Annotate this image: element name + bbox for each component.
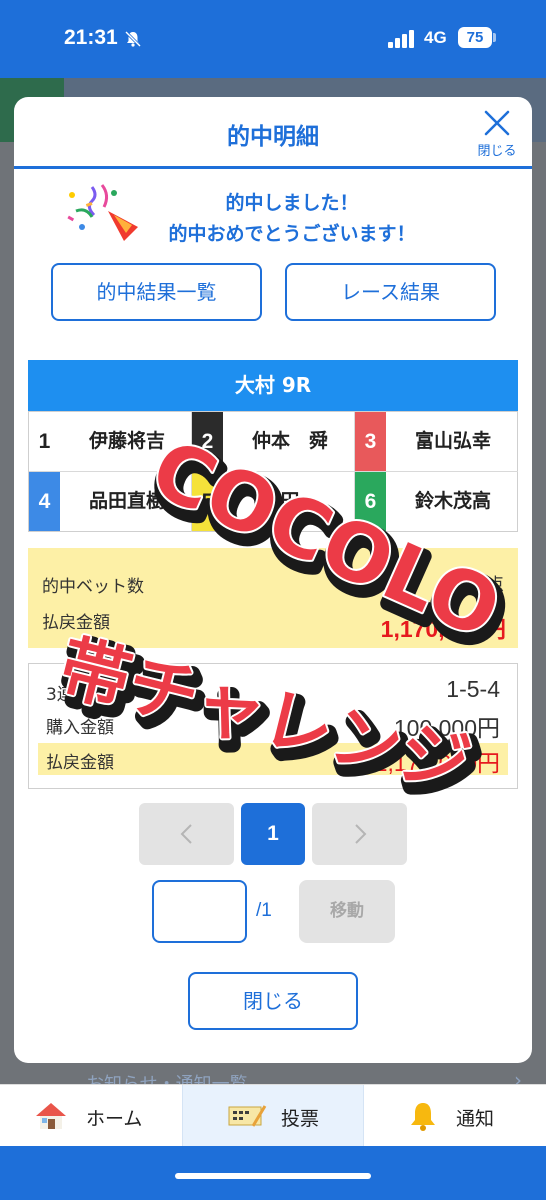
racer-cell-5: 5 田 [192,472,355,532]
nav-label-vote: 投票 [281,1108,320,1130]
nav-item-home[interactable]: ホーム [0,1085,182,1147]
nav-label-home: ホーム [86,1108,143,1130]
race-result-button[interactable]: レース結果 [285,263,496,321]
status-bar: 21:31 4G 75 [0,0,546,78]
bell-off-icon [124,30,142,48]
home-icon [36,1103,66,1129]
hit-detail-modal: 的中明細 閉じる 的中しました！ 的中おめでとうございます！ 的中結果一覧 レー… [14,97,532,1063]
home-indicator[interactable] [175,1173,371,1179]
racer-name: 伊藤将吉 [88,430,165,452]
ticket-icon [228,1105,267,1127]
racer-cell-2: 2 仲本 舜 [192,412,355,472]
bet-count-label: 的中ベット数 [42,577,144,597]
hit-message-line2: 的中おめでとうございます！ [168,223,416,245]
racer-cell-4: 4 品田直樹 [29,472,192,532]
chevron-right-icon [355,824,367,844]
racer-cell-1: 1 伊藤将吉 [29,412,192,472]
close-button[interactable]: 閉じる [188,972,358,1030]
racer-cell-3: 3 富山弘幸 [355,412,518,472]
signal-icon [388,30,414,48]
hit-message-line1: 的中しました！ [225,192,359,214]
payout-label: 払戻金額 [42,613,110,633]
racer-cell-6: 6 鈴木茂高 [355,472,518,532]
purchase-value: 100,000円 [393,715,500,741]
racer-name: 鈴木茂高 [414,490,491,512]
close-label[interactable]: 閉じる [472,140,522,159]
bet-type-label: 3連単 [46,685,91,705]
racer-grid: 1 伊藤将吉 2 仲本 舜 3 富山弘幸 4 品田直樹 5 田 6 鈴木茂高 [28,411,518,532]
race-title: 大村 9R [28,360,518,411]
battery-cap [493,33,496,42]
bet-payout-label: 払戻金額 [46,753,114,773]
bottom-nav: ホーム 投票 通知 [0,1084,546,1147]
modal-title: 的中明細 [227,124,319,150]
party-popper-icon [67,184,138,241]
racer-number: 4 [29,472,60,531]
next-page-button[interactable] [312,803,407,865]
racer-number: 1 [29,412,60,471]
purchase-row: 購入金額 100,000円 [38,708,508,741]
bet-payout-row: 払戻金額 1,170,000円 [38,743,508,776]
hit-message: 的中しました！ 的中おめでとうございます！ [132,188,452,250]
payout-summary: 的中ベット数 1点 払戻金額 1,170,000円 [28,548,518,648]
nav-item-vote[interactable]: 投票 [182,1085,364,1147]
page-number-input[interactable] [152,880,247,943]
bet-combo-value: 1-5-4 [446,676,500,702]
bet-count-value: 1点 [476,575,504,595]
bet-combo-row: 3連単 1-5-4 [38,675,508,707]
racer-name: 富山弘幸 [414,430,491,452]
payout-value: 1,170,000円 [380,616,506,642]
racer-number: 2 [192,412,223,471]
move-button[interactable]: 移動 [299,880,395,943]
bet-detail: 3連単 1-5-4 購入金額 100,000円 払戻金額 1,170,000円 [28,663,518,789]
nav-label-notice: 通知 [456,1108,495,1130]
racer-name: 仲本 舜 [251,430,328,452]
close-icon[interactable] [483,109,511,137]
racer-name: 田 [280,490,300,512]
racer-number: 3 [355,412,386,471]
racer-name: 品田直樹 [88,490,165,512]
nav-item-notice[interactable]: 通知 [364,1085,546,1147]
network-type: 4G [424,28,447,47]
home-indicator-area [0,1146,546,1200]
racer-number: 5 [192,472,223,531]
bell-icon [411,1103,435,1131]
modal-header: 的中明細 閉じる [14,97,532,169]
battery-icon: 75 [458,27,492,48]
status-time: 21:31 [64,26,118,49]
racer-number: 6 [355,472,386,531]
bet-payout-value: 1,170,000円 [374,750,500,776]
chevron-left-icon [180,824,192,844]
page-total: /1 [256,900,272,921]
purchase-label: 購入金額 [46,718,114,738]
hit-results-list-button[interactable]: 的中結果一覧 [51,263,262,321]
prev-page-button[interactable] [139,803,234,865]
current-page-button[interactable]: 1 [241,803,305,865]
